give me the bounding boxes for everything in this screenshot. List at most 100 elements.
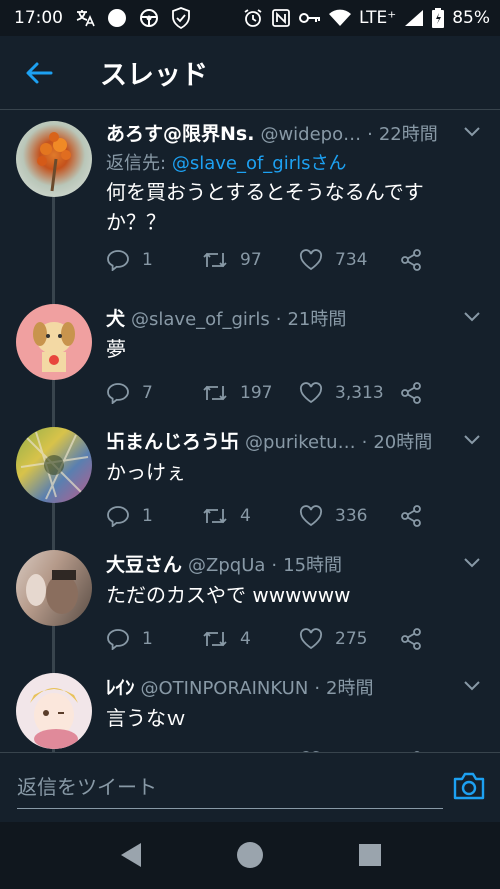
tweet-menu-chevron-icon[interactable] <box>462 121 482 141</box>
tweet-author-name[interactable]: 卐まんじろう卐 <box>106 427 239 454</box>
tweet-author-handle[interactable]: @OTINPORAINKUN <box>141 678 309 699</box>
separator-dot: · <box>361 432 368 453</box>
tweet-actions: 1 4 336 <box>106 501 436 531</box>
retweet-count: 97 <box>240 250 262 270</box>
reply-button[interactable]: 1 <box>106 505 202 527</box>
nfc-icon <box>271 8 291 28</box>
like-count: 336 <box>335 506 368 526</box>
heart-icon <box>299 628 323 650</box>
share-icon <box>401 249 421 271</box>
tweet-author-name[interactable]: 犬 <box>106 304 125 331</box>
share-button[interactable] <box>399 248 429 272</box>
signal-icon <box>404 9 424 27</box>
tweet-menu-chevron-icon[interactable] <box>462 429 482 449</box>
tweet-menu-chevron-icon[interactable] <box>462 306 482 326</box>
retweet-button[interactable]: 97 <box>202 250 299 270</box>
tweet[interactable]: 大豆さん @ZpqUa · 15時間 ただのカスやで wwwwww 1 4 27… <box>0 542 500 665</box>
reply-button[interactable]: 7 <box>106 382 202 404</box>
tweet-time: 15時間 <box>283 555 343 576</box>
nav-back-button[interactable] <box>116 840 146 870</box>
reply-button[interactable]: 1 <box>106 628 202 650</box>
tweet-header: あろす@限界Ns. @widepo… · 22時間 <box>106 119 456 147</box>
retweet-count: 197 <box>240 383 273 403</box>
retweet-button[interactable]: 197 <box>202 383 299 403</box>
reply-count: 1 <box>142 629 153 649</box>
status-bar: 17:00 LTE⁺ 85% <box>0 0 500 36</box>
reply-count: 7 <box>142 383 153 403</box>
heart-icon <box>299 382 323 404</box>
retweet-icon <box>203 508 227 524</box>
avatar[interactable] <box>16 304 92 380</box>
retweet-icon <box>203 252 227 268</box>
status-time: 17:00 <box>14 8 63 28</box>
tweet[interactable]: 卐まんじろう卐 @puriketu… · 20時間 かっけぇ 1 4 336 <box>0 419 500 542</box>
share-button[interactable] <box>399 627 429 651</box>
alarm-icon <box>243 8 263 28</box>
reply-context-label: 返信先: <box>106 153 167 174</box>
network-label: LTE⁺ <box>358 8 397 28</box>
home-circle-icon <box>237 842 263 868</box>
like-count: 275 <box>335 629 368 649</box>
retweet-button[interactable]: 4 <box>202 506 299 526</box>
shield-icon <box>171 7 191 29</box>
like-button[interactable]: 336 <box>299 505 399 527</box>
tweet[interactable]: ﾚｲﾝ @OTINPORAINKUN · 2時間 言うなｗ 14 <box>0 665 500 752</box>
tweet-author-name[interactable]: ﾚｲﾝ <box>106 673 135 700</box>
avatar[interactable] <box>16 673 92 749</box>
back-arrow-icon <box>26 62 53 83</box>
avatar[interactable] <box>16 550 92 626</box>
wifi-icon <box>328 9 351 27</box>
back-button[interactable] <box>0 36 78 110</box>
reply-count: 1 <box>142 506 153 526</box>
reply-context: 返信先: @slave_of_girlsさん <box>106 149 347 175</box>
reply-composer-bar: 返信をツイート <box>0 752 500 822</box>
reply-input[interactable]: 返信をツイート <box>17 769 443 809</box>
tweet-text: 何を買おうとするとそうなるんですか？？ <box>106 180 424 234</box>
nav-home-button[interactable] <box>235 840 265 870</box>
camera-button[interactable] <box>452 771 486 805</box>
tweet-author-handle[interactable]: @puriketu… <box>245 432 356 453</box>
tweet-author-name[interactable]: 大豆さん <box>106 550 182 577</box>
tweet[interactable]: あろす@限界Ns. @widepo… · 22時間 返信先: @slave_of… <box>0 111 500 296</box>
reply-count: 1 <box>142 250 153 270</box>
like-button[interactable]: 734 <box>299 249 399 271</box>
tweet-time: 2時間 <box>326 678 374 699</box>
page-title: スレッド <box>100 60 208 91</box>
separator-dot: · <box>367 124 373 145</box>
like-count: 734 <box>335 250 368 270</box>
like-button[interactable]: 3,313 <box>299 382 399 404</box>
like-button[interactable]: 275 <box>299 628 399 650</box>
reply-to-link[interactable]: @slave_of_girlsさん <box>172 153 347 174</box>
tweet-author-name[interactable]: あろす@限界Ns. <box>106 119 254 146</box>
avatar[interactable] <box>16 427 92 503</box>
reply-button[interactable]: 1 <box>106 249 202 271</box>
share-button[interactable] <box>399 504 429 528</box>
tweet-text: かっけぇ <box>106 460 186 484</box>
tweet-author-handle[interactable]: @widepo… <box>260 124 361 145</box>
nav-recents-button[interactable] <box>355 840 385 870</box>
tweet-menu-chevron-icon[interactable] <box>462 675 482 695</box>
tweet-author-handle[interactable]: @slave_of_girls <box>131 309 270 330</box>
tweet[interactable]: 犬 @slave_of_girls · 21時間 夢 7 197 3,313 <box>0 296 500 419</box>
tweet-menu-chevron-icon[interactable] <box>462 552 482 572</box>
thread[interactable]: あろす@限界Ns. @widepo… · 22時間 返信先: @slave_of… <box>0 111 500 752</box>
header: スレッド <box>0 36 500 110</box>
separator-dot: · <box>271 555 278 576</box>
avatar[interactable] <box>16 121 92 197</box>
share-button[interactable] <box>399 381 429 405</box>
reply-icon <box>107 250 129 271</box>
tweet-time: 20時間 <box>373 432 433 453</box>
share-icon <box>401 628 421 650</box>
tweet-author-handle[interactable]: @ZpqUa <box>188 555 265 576</box>
retweet-button[interactable]: 4 <box>202 629 299 649</box>
recents-square-icon <box>359 844 381 866</box>
tweet-text: 夢 <box>106 337 126 361</box>
key-icon <box>298 11 321 25</box>
retweet-count: 4 <box>240 506 251 526</box>
battery-icon <box>432 8 445 28</box>
like-count: 3,313 <box>335 383 384 403</box>
reply-icon <box>107 506 129 527</box>
tweet-header: ﾚｲﾝ @OTINPORAINKUN · 2時間 <box>106 673 456 701</box>
battery-level: 85% <box>452 8 490 28</box>
reply-icon <box>107 383 129 404</box>
